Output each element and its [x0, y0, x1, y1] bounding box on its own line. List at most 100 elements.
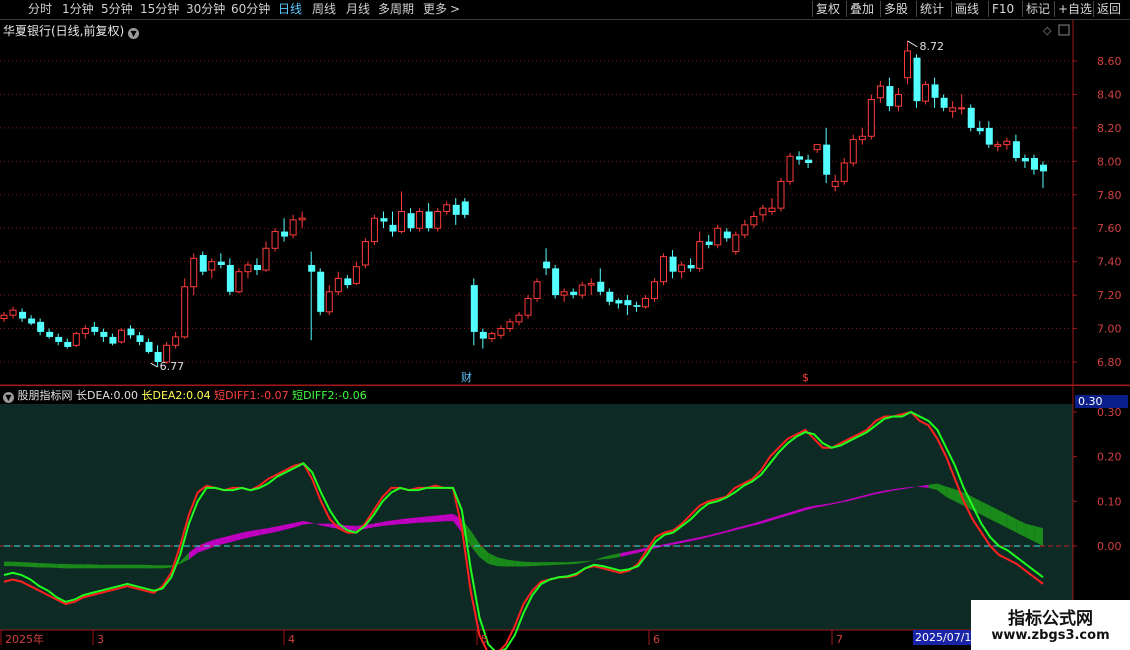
- x-axis-label: 3: [97, 633, 104, 646]
- dea-band-segment: [426, 515, 436, 523]
- candle-body: [416, 211, 424, 229]
- period-tab-2[interactable]: 5分钟: [101, 2, 133, 17]
- candle-body: [777, 180, 785, 209]
- candle-body: [181, 286, 189, 338]
- candle-body: [370, 217, 378, 243]
- candle-body: [867, 98, 875, 137]
- y-tick-label: 8.40: [1097, 88, 1122, 101]
- stock-title-text: 华夏银行(日线,前复权): [3, 24, 125, 38]
- dea-band-segment: [65, 563, 75, 569]
- y-tick-label: 8.00: [1097, 155, 1122, 168]
- candle-body: [72, 333, 80, 346]
- candle-body: [732, 234, 740, 253]
- dea-band-segment: [92, 564, 101, 569]
- candle-body: [289, 219, 297, 236]
- x-axis-label: 4: [288, 633, 295, 646]
- period-tab-10[interactable]: 更多: [423, 2, 447, 17]
- candle-body: [298, 217, 306, 221]
- cursor-date-label: 2025/07/14: [913, 630, 977, 645]
- indicator-chart[interactable]: 0.30 0.20 0.10 0.00 2025年 3 4 5 6 7: [0, 385, 1130, 650]
- toolbar-button-8[interactable]: 返回: [1093, 1, 1124, 17]
- candle-body: [117, 329, 125, 343]
- dea-band-segment: [118, 564, 128, 569]
- candle-body: [91, 326, 99, 332]
- toolbar-button-6[interactable]: 标记: [1022, 1, 1053, 17]
- candlestick-chart[interactable]: 8.60 8.40 8.20 8.00 7.80 7.60 7.40 7.20 7.00 6.80…: [0, 20, 1130, 386]
- candle-body: [271, 231, 279, 249]
- candle-body: [253, 265, 261, 271]
- period-tab-6[interactable]: 日线: [278, 2, 302, 17]
- diff1-label: 短DIFF1:: [214, 389, 261, 402]
- toolbar-button-1[interactable]: 叠加: [846, 1, 877, 17]
- candle-body: [741, 224, 749, 236]
- diamond-icon: ◇: [1043, 24, 1052, 37]
- period-tab-8[interactable]: 月线: [346, 2, 370, 17]
- candle-body: [813, 144, 821, 151]
- toolbar-button-0[interactable]: 复权: [812, 1, 843, 17]
- candle-body: [615, 300, 623, 304]
- period-tab-9[interactable]: 多周期: [378, 2, 414, 17]
- candle-body: [678, 264, 686, 273]
- period-tab-5[interactable]: 60分钟: [231, 2, 270, 17]
- candle-body: [217, 261, 225, 266]
- candle-body: [9, 309, 17, 316]
- candle-body: [967, 107, 975, 128]
- stock-title[interactable]: 华夏银行(日线,前复权) ▼: [3, 22, 140, 39]
- candle-body: [235, 271, 243, 293]
- dea2-label: 长DEA2:: [141, 389, 187, 402]
- candle-body: [172, 336, 180, 346]
- candle-body: [28, 318, 36, 324]
- candle-body: [759, 207, 767, 216]
- y-tick-label: 7.60: [1097, 222, 1122, 235]
- watermark: 指标公式网 www.zbgs3.com: [971, 600, 1130, 650]
- toolbar-button-4[interactable]: 画线: [951, 1, 982, 17]
- dea-band-segment: [12, 561, 22, 567]
- candle-body: [940, 97, 948, 108]
- toolbar-button-7[interactable]: +自选: [1054, 1, 1095, 17]
- candle-body: [461, 201, 469, 215]
- indicator-plot-bg: [0, 404, 1073, 630]
- toolbar-button-5[interactable]: F10: [988, 1, 1017, 17]
- period-tab-0[interactable]: 分时: [28, 2, 52, 17]
- toolbar-button-2[interactable]: 多股: [880, 1, 911, 17]
- candle-body: [199, 254, 207, 272]
- candle-body: [488, 333, 496, 340]
- candle-body: [208, 261, 216, 271]
- y-tick-label: 8.60: [1097, 55, 1122, 68]
- candle-body: [949, 107, 957, 112]
- period-tab-1[interactable]: 1分钟: [62, 2, 94, 17]
- candle-body: [894, 93, 902, 107]
- candle-body: [380, 218, 388, 222]
- candle-body: [823, 144, 831, 175]
- candle-body: [687, 265, 695, 269]
- more-arrow-icon[interactable]: >: [450, 2, 460, 17]
- candle-body: [443, 204, 451, 213]
- high-label: 8.72: [919, 40, 944, 53]
- candle-body: [190, 257, 198, 288]
- candle-body: [578, 284, 586, 296]
- candle-body: [597, 281, 605, 292]
- candle-body: [398, 211, 406, 233]
- candle-body: [533, 281, 541, 299]
- candle-body: [903, 50, 911, 79]
- period-tab-4[interactable]: 30分钟: [186, 2, 225, 17]
- candle-body: [805, 159, 813, 164]
- candle-body: [696, 241, 704, 269]
- candle-body: [452, 204, 460, 215]
- chevron-down-icon[interactable]: ▼: [3, 392, 14, 403]
- candle-body: [317, 271, 325, 312]
- period-tab-7[interactable]: 周线: [312, 2, 336, 17]
- toolbar-button-3[interactable]: 统计: [916, 1, 947, 17]
- candle-body: [714, 227, 722, 246]
- candle-body: [723, 231, 731, 239]
- candle-body: [660, 256, 668, 283]
- candle-body: [560, 291, 568, 296]
- candle-body: [262, 247, 270, 271]
- indicator-name[interactable]: 股朋指标网: [18, 389, 73, 402]
- dea-band-segment: [109, 564, 119, 569]
- period-tab-3[interactable]: 15分钟: [140, 2, 179, 17]
- candle-body: [1003, 140, 1011, 146]
- chevron-down-icon[interactable]: ▼: [128, 28, 140, 39]
- candle-body: [281, 231, 289, 237]
- candle-body: [587, 282, 595, 286]
